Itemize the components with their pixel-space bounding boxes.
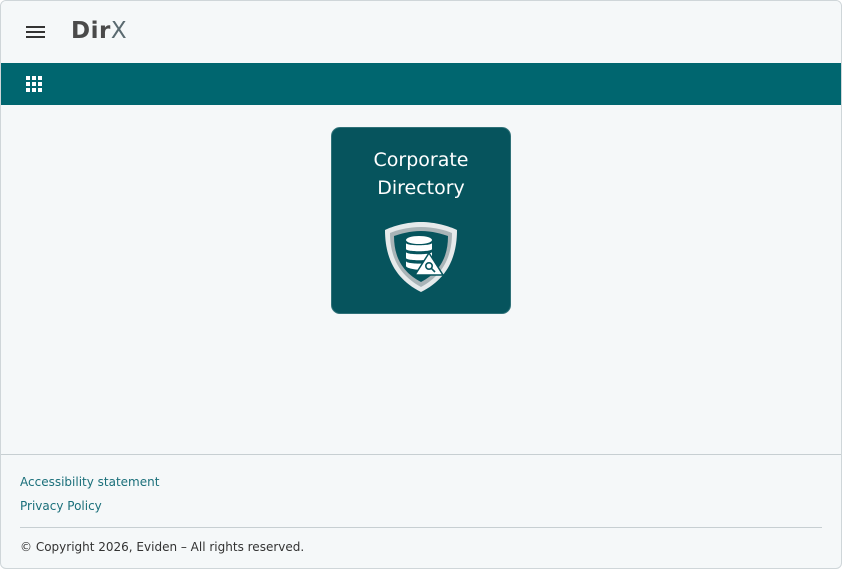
corporate-directory-tile[interactable]: Corporate Directory (331, 127, 511, 314)
footer-divider (1, 454, 841, 455)
dirx-logo: DirX (71, 18, 127, 44)
tile-title: Corporate Directory (373, 149, 469, 199)
app-toolbar (1, 63, 841, 105)
app-window: DirX Corporate Directory Accessibility s… (0, 0, 842, 569)
top-header: DirX (1, 1, 841, 63)
privacy-policy-link[interactable]: Privacy Policy (20, 499, 102, 513)
copyright-divider (20, 527, 822, 528)
shield-database-icon (385, 222, 457, 292)
hamburger-menu-icon[interactable] (26, 25, 46, 39)
logo-main-text: Dir (71, 18, 111, 44)
accessibility-statement-link[interactable]: Accessibility statement (20, 475, 159, 489)
logo-x-text: X (110, 18, 128, 44)
apps-grid-icon[interactable] (26, 76, 43, 93)
copyright-text: © Copyright 2026, Eviden – All rights re… (20, 540, 305, 554)
